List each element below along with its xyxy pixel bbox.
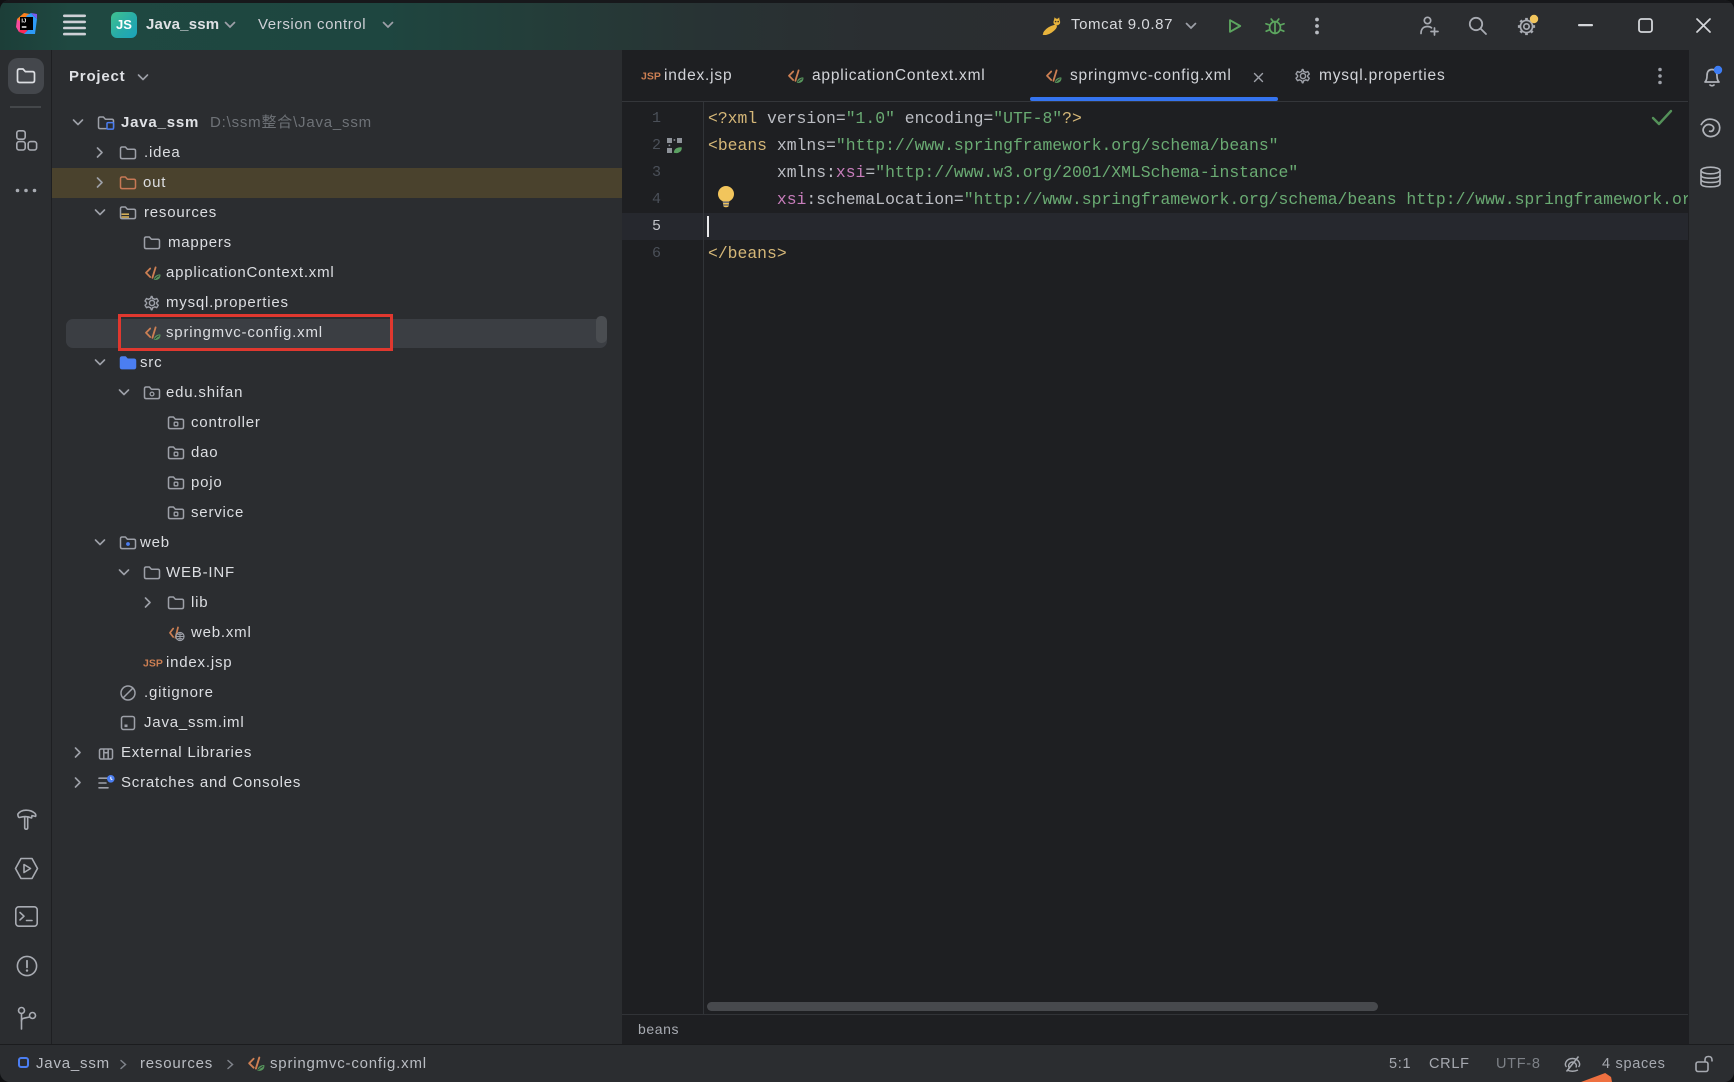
svg-text:IJ: IJ [21, 19, 26, 25]
